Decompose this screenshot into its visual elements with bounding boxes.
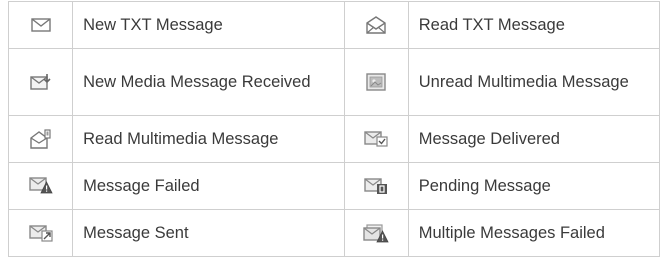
message-type-label: Message Delivered <box>407 115 661 163</box>
message-icon-legend-table: New TXT Message Read TXT Message New Med… <box>7 1 661 257</box>
icon-cell <box>7 162 74 210</box>
table-row: Message Failed Pending Message <box>7 162 661 210</box>
icon-cell <box>343 1 409 49</box>
message-failed-icon <box>28 177 53 194</box>
message-type-label: Message Sent <box>72 209 345 257</box>
icon-cell <box>7 115 74 163</box>
icon-cell <box>343 209 409 257</box>
message-type-label: New TXT Message <box>72 1 345 49</box>
read-multimedia-icon <box>29 129 51 149</box>
pending-message-icon <box>364 177 388 194</box>
media-message-received-icon <box>29 74 51 90</box>
icon-cell <box>343 162 409 210</box>
table-row: New Media Message Received Unread Multim… <box>7 48 661 116</box>
icon-cell <box>343 48 409 116</box>
message-type-label: Read Multimedia Message <box>72 115 345 163</box>
message-sent-icon <box>28 224 53 242</box>
message-delivered-icon <box>364 131 388 147</box>
message-type-label: Multiple Messages Failed <box>407 209 661 257</box>
multiple-messages-failed-icon <box>363 223 389 242</box>
message-type-label: New Media Message Received <box>72 48 345 116</box>
icon-cell <box>7 48 74 116</box>
table-row: Message Sent Multiple Messages Failed <box>7 209 661 257</box>
unread-multimedia-icon <box>366 73 386 91</box>
message-type-label: Read TXT Message <box>407 1 661 49</box>
table-row: Read Multimedia Message Message Delivere… <box>7 115 661 163</box>
message-type-label: Message Failed <box>72 162 345 210</box>
message-type-label: Pending Message <box>407 162 661 210</box>
envelope-open-icon <box>366 16 386 34</box>
envelope-icon <box>30 18 51 32</box>
icon-cell <box>7 209 74 257</box>
icon-cell <box>343 115 409 163</box>
table-row: New TXT Message Read TXT Message <box>7 1 661 49</box>
message-type-label: Unread Multimedia Message <box>407 48 661 116</box>
icon-cell <box>7 1 74 49</box>
